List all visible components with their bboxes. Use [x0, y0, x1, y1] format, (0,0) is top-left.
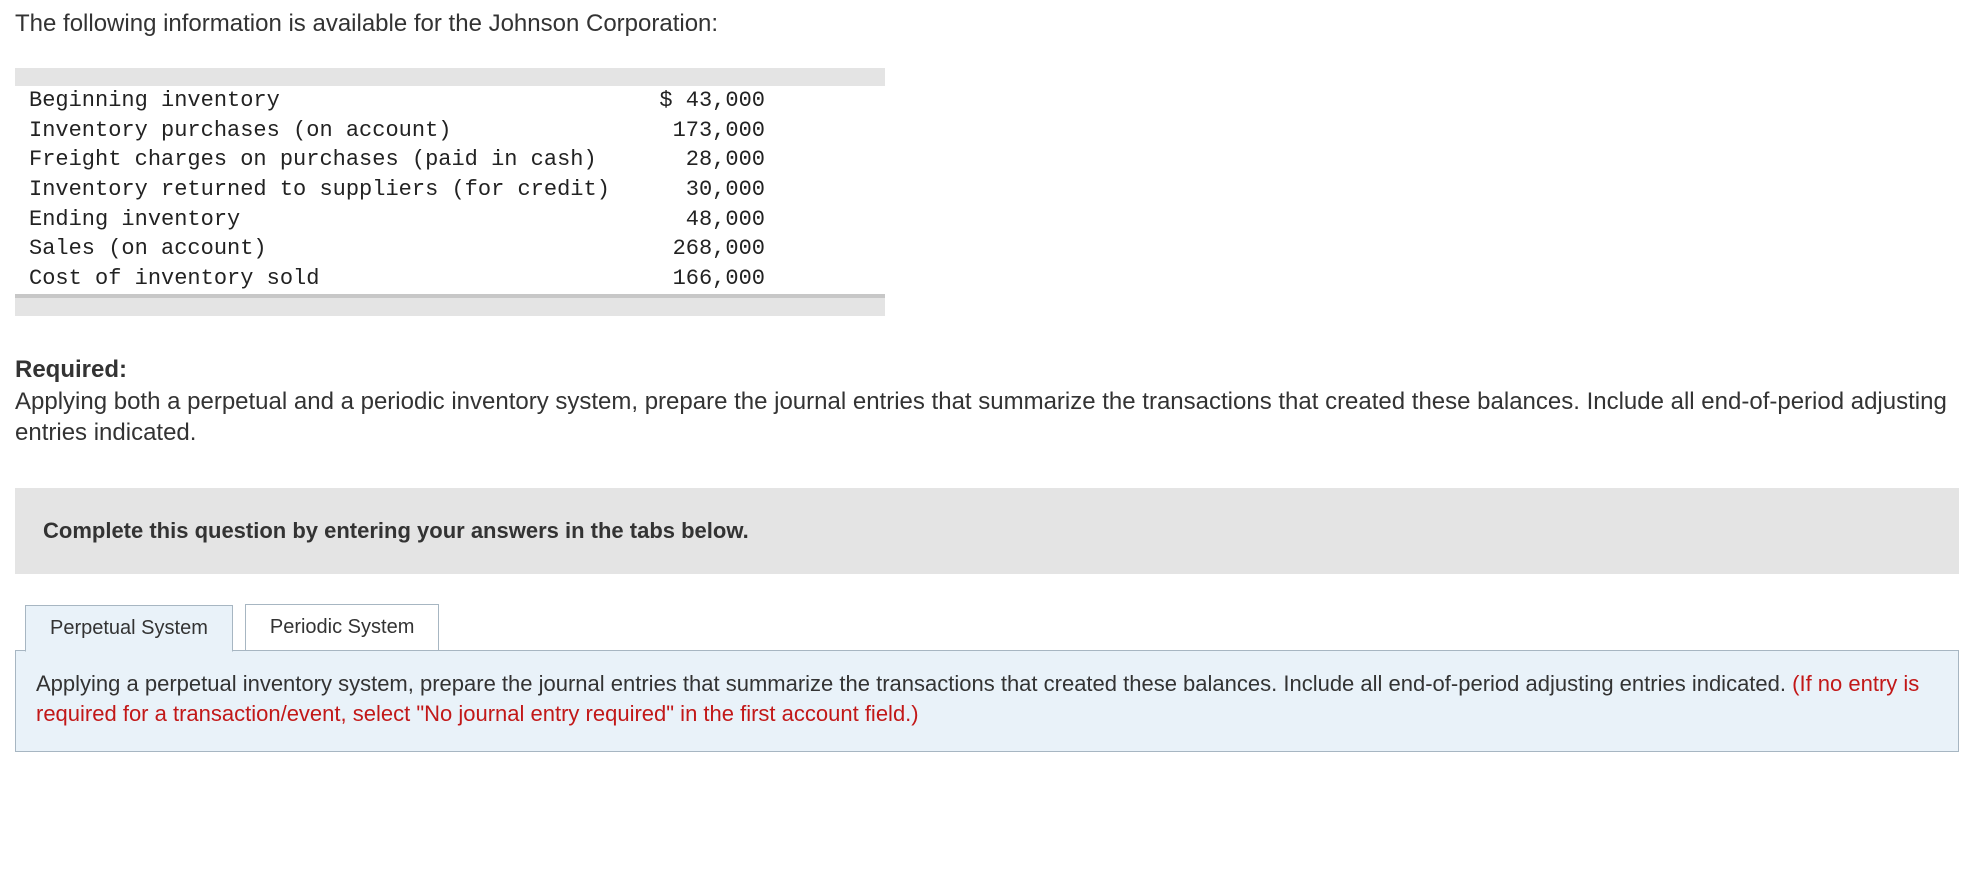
- row-label: Beginning inventory: [15, 86, 639, 116]
- table-row: Inventory returned to suppliers (for cre…: [15, 175, 885, 205]
- row-label: Freight charges on purchases (paid in ca…: [15, 145, 639, 175]
- table-row: Freight charges on purchases (paid in ca…: [15, 145, 885, 175]
- row-value: 166,000: [639, 264, 885, 294]
- row-value: 28,000: [639, 145, 885, 175]
- row-label: Inventory returned to suppliers (for cre…: [15, 175, 639, 205]
- row-label: Sales (on account): [15, 234, 639, 264]
- instruction-bar: Complete this question by entering your …: [15, 488, 1959, 574]
- table-row: Ending inventory 48,000: [15, 205, 885, 235]
- tabs-row: Perpetual System Periodic System: [25, 604, 1959, 651]
- table-row: Sales (on account) 268,000: [15, 234, 885, 264]
- row-label: Inventory purchases (on account): [15, 116, 639, 146]
- panel-instruction-black: Applying a perpetual inventory system, p…: [36, 671, 1792, 696]
- table-row: Beginning inventory $ 43,000: [15, 86, 885, 116]
- tab-panel-perpetual: Applying a perpetual inventory system, p…: [15, 650, 1959, 751]
- table-row: Cost of inventory sold 166,000: [15, 264, 885, 294]
- intro-text: The following information is available f…: [15, 10, 1959, 38]
- row-label: Cost of inventory sold: [15, 264, 639, 294]
- row-value: 48,000: [639, 205, 885, 235]
- required-text: Applying both a perpetual and a periodic…: [15, 386, 1959, 448]
- required-heading: Required:: [15, 356, 1959, 384]
- row-value: 173,000: [639, 116, 885, 146]
- row-label: Ending inventory: [15, 205, 639, 235]
- tab-periodic-system[interactable]: Periodic System: [245, 604, 440, 651]
- tab-perpetual-system[interactable]: Perpetual System: [25, 605, 233, 652]
- row-value: $ 43,000: [639, 86, 885, 116]
- inventory-data-table: Beginning inventory $ 43,000 Inventory p…: [15, 68, 885, 316]
- row-value: 30,000: [639, 175, 885, 205]
- table-row: Inventory purchases (on account) 173,000: [15, 116, 885, 146]
- row-value: 268,000: [639, 234, 885, 264]
